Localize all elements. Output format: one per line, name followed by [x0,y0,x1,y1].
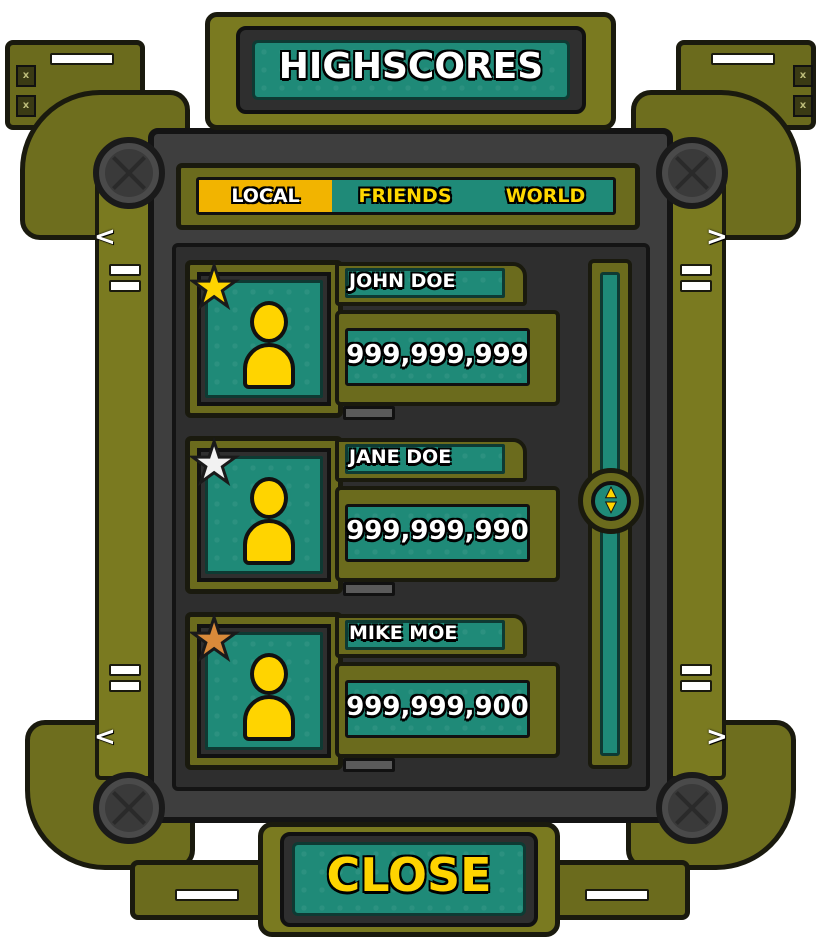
tab-world[interactable]: WORLD [478,180,613,212]
person-body-icon [243,343,295,389]
person-body-icon [243,519,295,565]
tab-friends[interactable]: FRIENDS [335,180,475,212]
frame-vent [175,889,239,901]
frame-vent [680,264,712,276]
person-icon [250,301,288,343]
score-entry-1[interactable]: ★ JOHN DOE 999,999,999 [185,255,560,425]
chevron-right-icon: > [706,222,728,252]
person-icon [250,477,288,519]
frame-vent [680,280,712,292]
chevron-left-icon: < [94,722,116,752]
player-name: MIKE MOE [349,622,458,644]
player-score: 999,999,900 [346,692,529,722]
score-entry-3[interactable]: ★ MIKE MOE 999,999,900 [185,607,560,777]
player-score: 999,999,999 [346,340,529,370]
frame-vent [711,53,775,65]
frame-vent [680,680,712,692]
tab-local[interactable]: LOCAL [199,180,332,212]
player-name: JANE DOE [349,446,452,468]
chevron-left-icon: < [94,222,116,252]
player-name: JOHN DOE [349,270,456,292]
frame-vent [109,264,141,276]
frame-x-icon: x [793,65,813,87]
silver-star-icon: ★ [187,431,240,496]
up-down-arrows-icon: ▲ ▼ [605,484,617,516]
page-title: HIGHSCORES [278,46,544,87]
frame-side-right [666,180,726,780]
frame-vent [50,53,114,65]
chevron-right-icon: > [706,722,728,752]
close-button-label[interactable]: CLOSE [292,848,526,902]
frame-x-icon: x [793,95,813,117]
frame-side-left [95,180,155,780]
entry-clip [343,758,395,772]
frame-vent [109,680,141,692]
bronze-star-icon: ★ [187,607,240,672]
highscores-screen: x x x x < < > > HIGHSCORES LOCAL FRIENDS… [0,0,821,939]
entry-clip [343,582,395,596]
frame-x-icon: x [16,65,36,87]
frame-vent [680,664,712,676]
frame-vent [585,889,649,901]
person-icon [250,653,288,695]
score-entry-2[interactable]: ★ JANE DOE 999,999,990 [185,431,560,601]
person-body-icon [243,695,295,741]
gold-star-icon: ★ [187,255,240,320]
bolt-icon [93,772,165,844]
player-score: 999,999,990 [346,516,529,546]
frame-x-icon: x [16,95,36,117]
bolt-icon [656,137,728,209]
bolt-icon [93,137,165,209]
frame-vent [109,280,141,292]
entry-clip [343,406,395,420]
bolt-icon [656,772,728,844]
frame-vent [109,664,141,676]
